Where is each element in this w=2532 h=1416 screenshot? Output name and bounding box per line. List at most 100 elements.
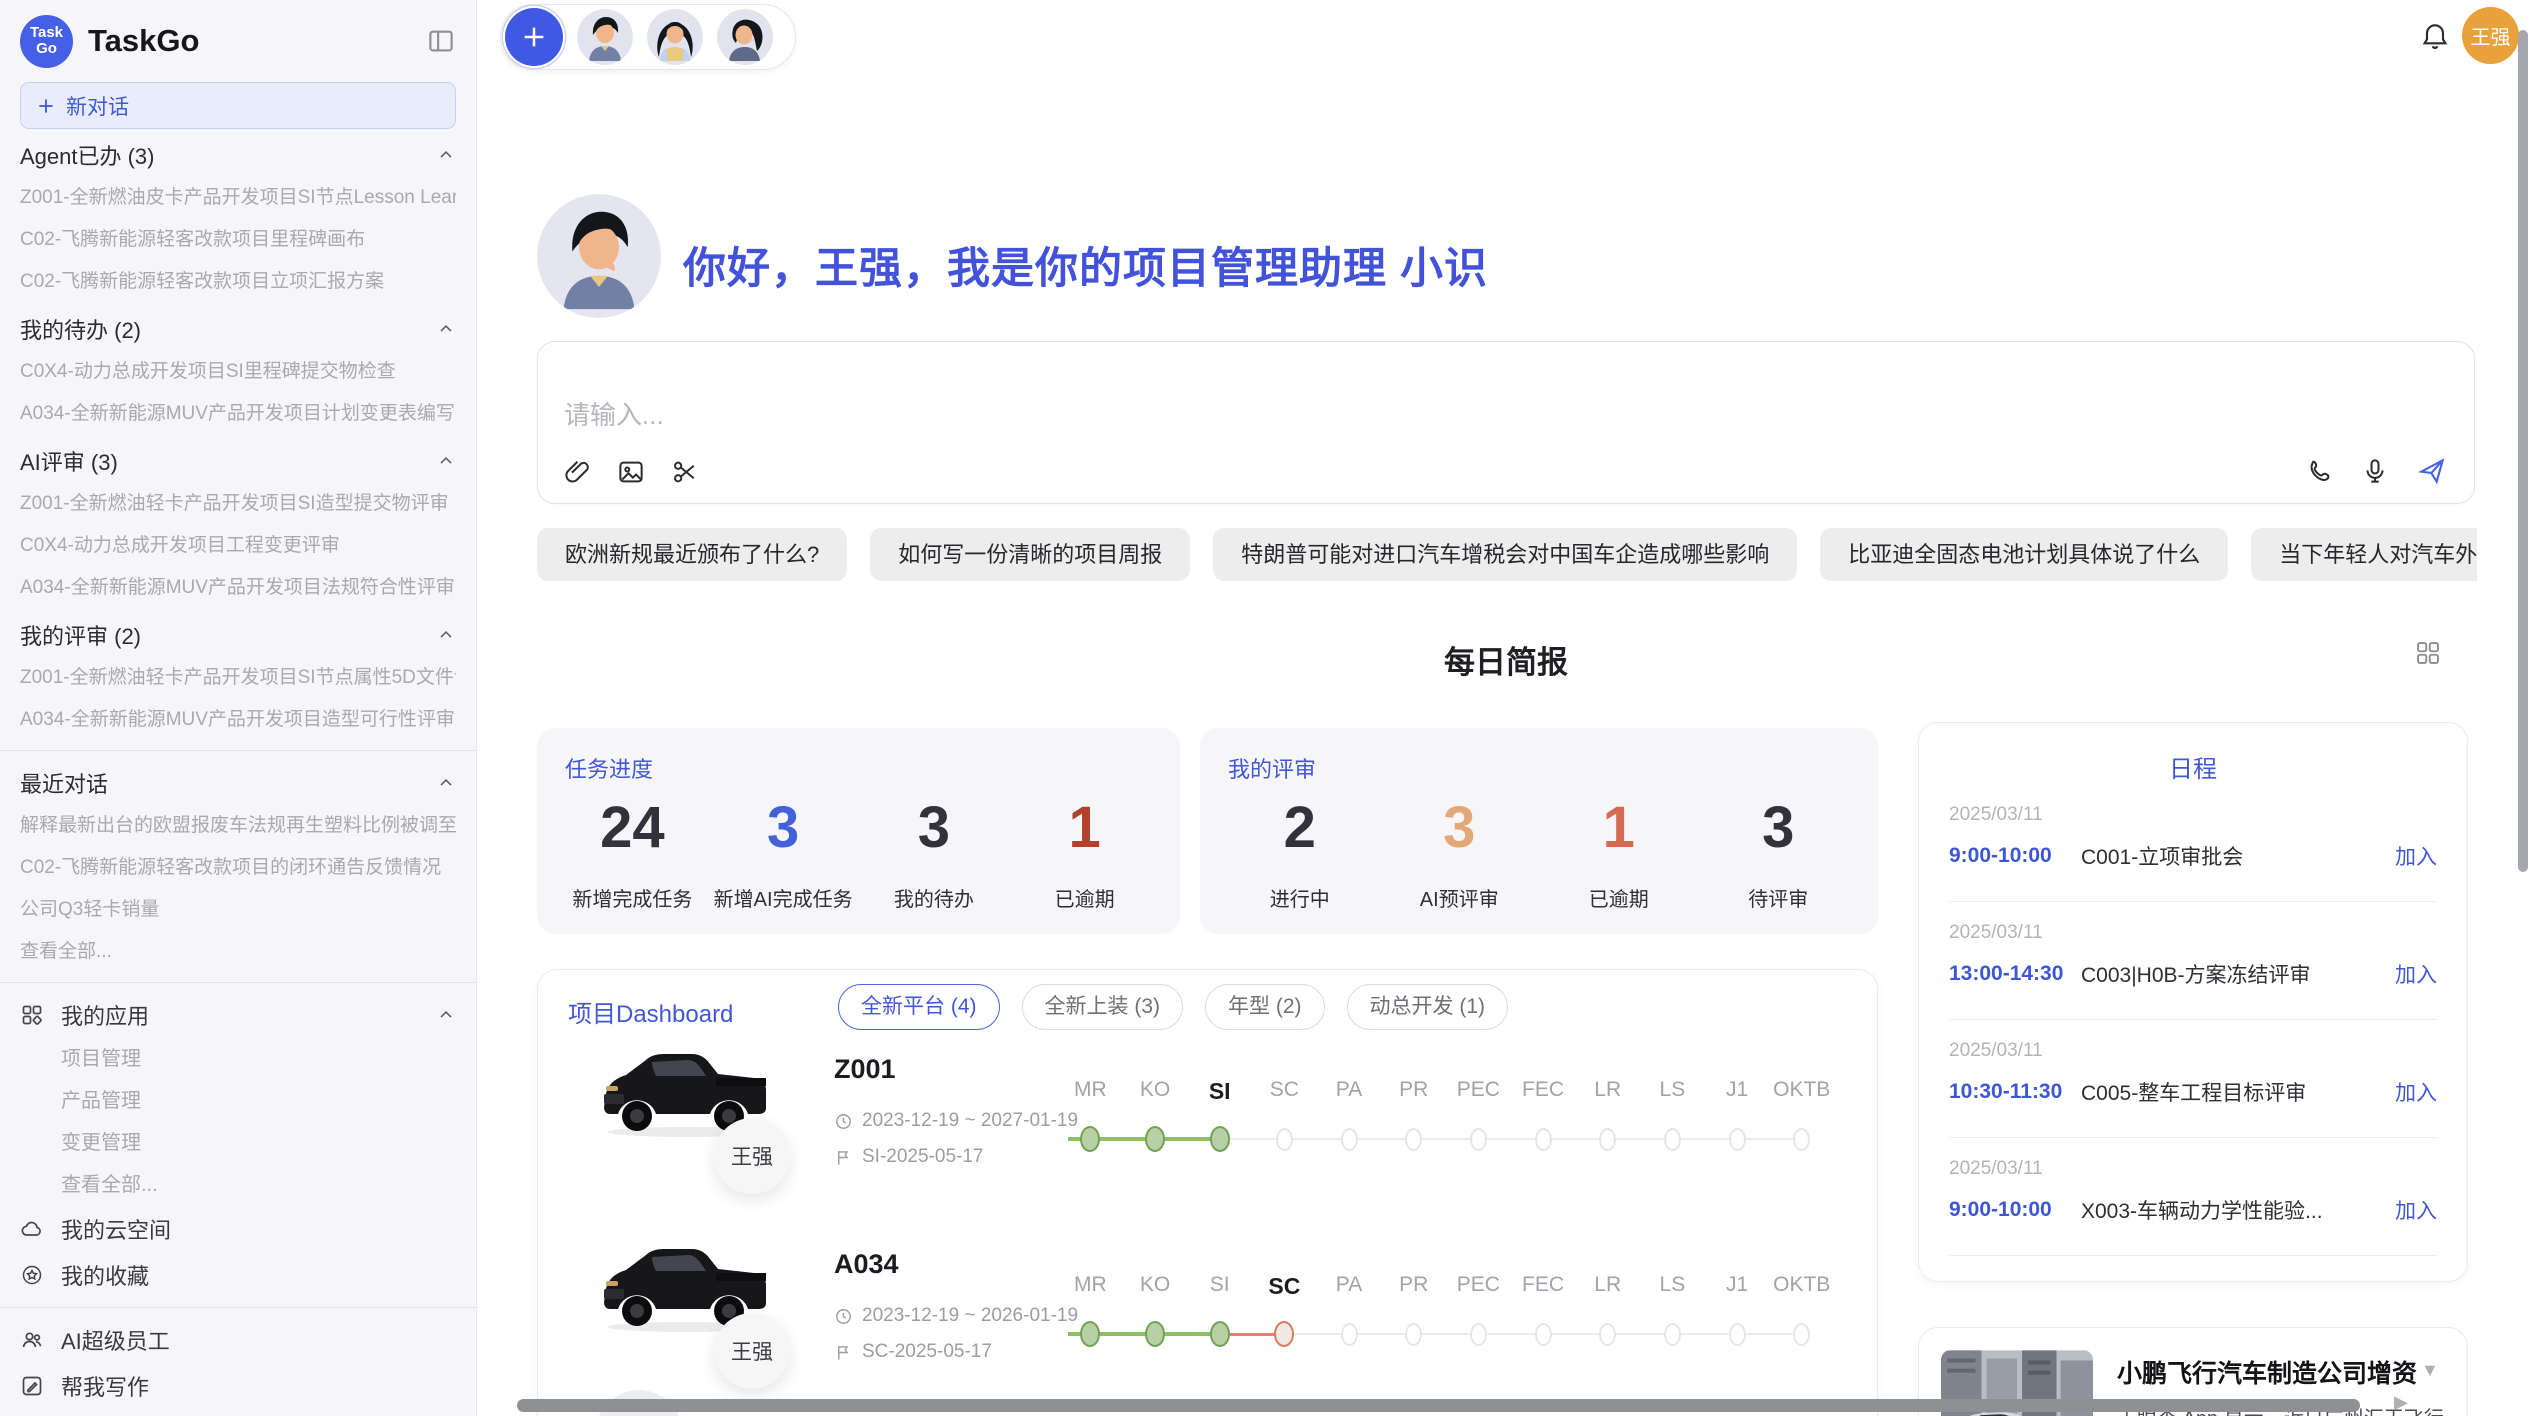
list-item[interactable]: A034-全新新能源MUV产品开发项目计划变更表编写 [20,393,456,435]
scroll-right-arrow[interactable]: ▶ [2394,1392,2408,1413]
event-name: C001-立项审批会 [2081,841,2243,871]
list-item[interactable]: Z001-全新燃油皮卡产品开发项目SI节点Lesson Learn报告 [20,177,456,219]
milestone-label: FEC [1511,1273,1576,1300]
project-row[interactable]: 王强 Z001 2023-12-19 ~ 2027-01-19 SI-2025-… [538,1040,1877,1240]
sidebar-item-my-apps[interactable]: 我的应用 [20,992,456,1038]
scissors-icon[interactable] [670,457,700,487]
user-avatar[interactable]: 王强 [2462,7,2519,64]
tab-new-body[interactable]: 全新上装 (3) [1022,984,1184,1030]
list-item[interactable]: A034-全新新能源MUV产品开发项目造型可行性评审 [20,699,456,741]
milestone-label: MR [1058,1078,1123,1105]
milestone-dot-done [1080,1321,1100,1347]
sidebar-item-project-mgmt[interactable]: 项目管理 [20,1038,456,1080]
join-button[interactable]: 加入 [2395,841,2437,871]
list-item[interactable]: C02-飞腾新能源轻客改款项目里程碑画布 [20,219,456,261]
milestone-dot-pending [1599,1323,1616,1346]
join-button[interactable]: 加入 [2395,1077,2437,1107]
view-all-chats[interactable]: 查看全部... [20,931,456,973]
sidebar-item-creative-draw[interactable]: 创意制图 [20,1409,456,1416]
stat-value: 2 [1220,794,1380,861]
stat-label: 待评审 [1699,883,1859,912]
sidebar-item-ai-employee[interactable]: AI超级员工 [20,1317,456,1363]
list-item[interactable]: A034-全新新能源MUV产品开发项目法规符合性评审 [20,567,456,609]
suggestion-chip[interactable]: 特朗普可能对进口汽车增税会对中国车企造成哪些影响 [1213,528,1797,581]
section-title: 我的评审 (2) [20,619,141,651]
stat-label: 新增AI完成任务 [708,883,859,912]
event-date: 2025/03/11 [1949,804,2437,826]
chevron-up-icon[interactable] [436,145,456,165]
chevron-up-icon[interactable] [436,773,456,793]
avatar[interactable] [577,9,633,65]
list-item[interactable]: 解释最新出台的欧盟报废车法规再生塑料比例被调至15%... [20,805,456,847]
section-agent-done[interactable]: Agent已办 (3) [20,132,456,177]
phone-icon[interactable] [2304,456,2334,486]
divider [0,750,476,751]
sidebar-item-help-write[interactable]: 帮我写作 [20,1363,456,1409]
assistant-avatar [537,194,661,318]
suggestion-chip[interactable]: 如何写一份清晰的项目周报 [870,528,1190,581]
join-button[interactable]: 加入 [2395,959,2437,989]
milestone-dot-pending [1535,1128,1552,1151]
schedule-title: 日程 [1919,749,2467,784]
send-icon[interactable] [2416,455,2448,487]
list-item[interactable]: Z001-全新燃油轻卡产品开发项目SI造型提交物评审 [20,483,456,525]
list-item[interactable]: Z001-全新燃油轻卡产品开发项目SI节点属性5D文件评审 [20,657,456,699]
star-badge-icon [20,1263,44,1287]
scroll-down-arrow[interactable]: ▼ [2421,1360,2439,1381]
milestone-labels: MR KO SI SC PA PR PEC FEC LR LS J1 OKTB [1058,1078,1834,1105]
flag-icon [834,1148,853,1167]
section-my-review[interactable]: 我的评审 (2) [20,612,456,657]
chevron-up-icon[interactable] [436,319,456,339]
new-chat-button[interactable]: 新对话 [20,82,456,129]
event-time: 9:00-10:00 [1949,1198,2081,1222]
join-button[interactable]: 加入 [2395,1195,2437,1225]
microphone-icon[interactable] [2360,456,2390,486]
chevron-up-icon[interactable] [436,451,456,471]
vertical-scrollbar[interactable] [2518,30,2528,872]
stat-label: 新增完成任务 [557,883,708,912]
list-item[interactable]: C0X4-动力总成开发项目工程变更评审 [20,525,456,567]
list-item[interactable]: 公司Q3轻卡销量 [20,889,456,931]
sidebar-item-product-mgmt[interactable]: 产品管理 [20,1080,456,1122]
milestone-dot-pending [1664,1128,1681,1151]
suggestion-chip[interactable]: 当下年轻人对汽车外观有怎样的喜好趋势 [2251,528,2477,581]
section-ai-review[interactable]: AI评审 (3) [20,438,456,483]
list-item[interactable]: C02-飞腾新能源轻客改款项目立项汇报方案 [20,261,456,303]
avatar[interactable] [717,9,773,65]
list-item[interactable]: C0X4-动力总成开发项目SI里程碑提交物检查 [20,351,456,393]
chevron-up-icon[interactable] [436,625,456,645]
message-input[interactable] [564,400,1764,431]
collapse-sidebar-icon[interactable] [426,26,456,56]
stat-label: 我的待办 [859,883,1010,912]
chevron-up-icon[interactable] [436,1005,456,1025]
layout-grid-icon[interactable] [2414,639,2442,667]
suggestion-chip[interactable]: 欧洲新规最近颁布了什么? [537,528,847,581]
tab-new-platform[interactable]: 全新平台 (4) [838,984,1000,1030]
project-row[interactable]: 王强 A034 2023-12-19 ~ 2026-01-19 SC-2025-… [538,1235,1877,1416]
add-conversation-button[interactable] [505,8,563,66]
image-icon[interactable] [616,457,646,487]
tab-powertrain[interactable]: 动总开发 (1) [1347,984,1509,1030]
section-my-todo[interactable]: 我的待办 (2) [20,306,456,351]
divider [1949,1255,2437,1256]
tab-year-model[interactable]: 年型 (2) [1205,984,1325,1030]
suggestion-chip[interactable]: 比亚迪全固态电池计划具体说了什么 [1820,528,2228,581]
avatar[interactable] [647,9,703,65]
milestone-label: LS [1640,1273,1705,1300]
sidebar-item-label: 我的云空间 [61,1213,171,1245]
stat-value: 3 [859,794,1010,861]
sidebar-header: Task Go TaskGo [20,12,456,70]
section-recent-chats[interactable]: 最近对话 [20,760,456,805]
list-item[interactable]: C02-飞腾新能源轻客改款项目的闭环通告反馈情况 [20,847,456,889]
sidebar-item-favorites[interactable]: 我的收藏 [20,1252,456,1298]
attachment-icon[interactable] [562,457,592,487]
sidebar-item-change-mgmt[interactable]: 变更管理 [20,1122,456,1164]
notification-bell-icon[interactable] [2419,20,2451,52]
milestone-label: KO [1123,1078,1188,1105]
greeting-title: 你好，王强，我是你的项目管理助理 小识 [683,234,1488,296]
stat-value: 1 [1009,794,1160,861]
sidebar-item-cloud-space[interactable]: 我的云空间 [20,1206,456,1252]
new-chat-label: 新对话 [66,91,129,121]
horizontal-scrollbar[interactable] [517,1399,2360,1412]
view-all-apps[interactable]: 查看全部... [20,1164,456,1206]
